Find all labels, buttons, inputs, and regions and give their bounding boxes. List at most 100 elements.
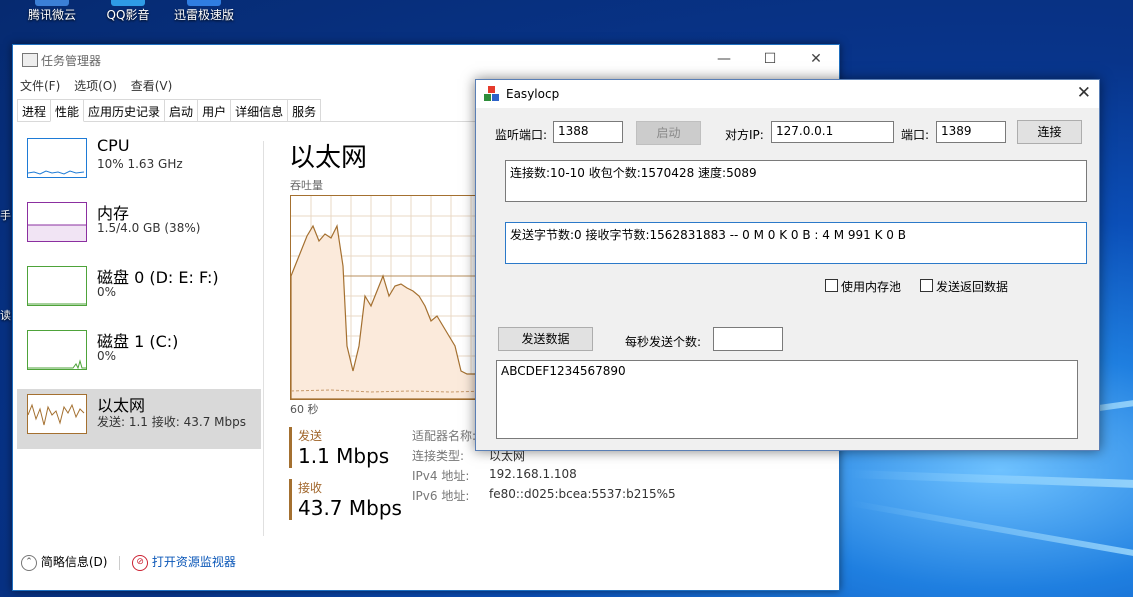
brief-info-label: 简略信息(D) bbox=[40, 555, 108, 569]
memory-thumbnail bbox=[27, 202, 87, 242]
brief-info-button[interactable]: ⌃ 简略信息(D) bbox=[21, 554, 108, 571]
payload-textarea[interactable]: ABCDEF1234567890 bbox=[496, 360, 1078, 439]
task-manager-icon bbox=[22, 53, 38, 67]
listen-port-input[interactable]: 1388 bbox=[553, 121, 623, 143]
start-button[interactable]: 启动 bbox=[636, 121, 701, 145]
xunlei-icon bbox=[187, 0, 221, 6]
per-second-input[interactable] bbox=[713, 327, 783, 351]
close-button[interactable]: ✕ bbox=[793, 45, 839, 75]
easylocp-window: Easylocp ✕ 监听端口: 1388 启动 对方IP: 127.0.0.1… bbox=[475, 79, 1100, 451]
menu-file[interactable]: 文件(F) bbox=[20, 79, 60, 93]
tab-services[interactable]: 服务 bbox=[287, 99, 322, 121]
port-label: 端口: bbox=[901, 128, 930, 142]
ipv6-row: IPv6 地址: fe80::d025:bcea:5537:b215%5 bbox=[412, 487, 676, 504]
resource-sub: 0% bbox=[97, 285, 117, 299]
conn-type-row: 连接类型: 以太网 bbox=[412, 447, 525, 464]
tab-processes[interactable]: 进程 bbox=[17, 99, 52, 121]
listen-port-label: 监听端口: bbox=[495, 128, 548, 142]
resource-ethernet[interactable]: 以太网 发送: 1.1 接收: 43.7 Mbps bbox=[17, 389, 261, 449]
window-title: 任务管理器 bbox=[41, 54, 102, 68]
desktop-icon-label: 迅雷极速版 bbox=[173, 8, 234, 22]
checkbox-icon bbox=[825, 279, 838, 292]
wallpaper-beam bbox=[849, 470, 1133, 489]
weiyun-icon bbox=[35, 0, 69, 6]
tab-users[interactable]: 用户 bbox=[197, 99, 232, 121]
send-value: 1.1 Mbps bbox=[298, 444, 390, 468]
desktop-fragment: 手 bbox=[0, 209, 11, 222]
per-second-label: 每秒发送个数: bbox=[625, 335, 702, 349]
resource-sub: 0% bbox=[97, 349, 117, 363]
send-back-label: 发送返回数据 bbox=[936, 280, 1009, 294]
status-connections[interactable]: 连接数:10-10 收包个数:1570428 速度:5089 bbox=[505, 160, 1087, 202]
recv-stat: 接收 43.7 Mbps bbox=[289, 479, 402, 520]
tab-app-history[interactable]: 应用历史记录 bbox=[83, 99, 166, 121]
resource-monitor-link[interactable]: ⊘ 打开资源监视器 bbox=[132, 554, 236, 571]
minimize-button[interactable]: — bbox=[701, 45, 747, 75]
easylocp-titlebar[interactable]: Easylocp ✕ bbox=[476, 80, 1099, 108]
ipv6-value: fe80::d025:bcea:5537:b215%5 bbox=[489, 487, 676, 501]
ethernet-title: 以太网 bbox=[289, 143, 368, 173]
resource-list: CPU 10% 1.63 GHz 内存 1.5/4.0 GB (38%) 磁盘 … bbox=[17, 133, 261, 453]
ipv6-label: IPv6 地址: bbox=[412, 489, 470, 503]
resource-sub: 10% 1.63 GHz bbox=[97, 157, 183, 171]
disk1-thumbnail bbox=[27, 330, 87, 370]
recv-label: 接收 bbox=[298, 481, 323, 495]
resource-sub: 1.5/4.0 GB (38%) bbox=[97, 221, 201, 235]
menu-options[interactable]: 选项(O) bbox=[74, 79, 117, 93]
resource-name: CPU bbox=[97, 136, 130, 155]
peer-ip-label: 对方IP: bbox=[725, 128, 764, 142]
footer: ⌃ 简略信息(D) ⊘ 打开资源监视器 bbox=[21, 553, 236, 571]
throughput-label: 吞吐量 bbox=[290, 179, 323, 192]
ipv4-label: IPv4 地址: bbox=[412, 469, 470, 483]
resource-cpu[interactable]: CPU 10% 1.63 GHz bbox=[17, 133, 261, 193]
tab-details[interactable]: 详细信息 bbox=[230, 99, 289, 121]
desktop-icon-label: QQ影音 bbox=[106, 8, 150, 22]
send-label: 发送 bbox=[298, 429, 323, 443]
divider bbox=[263, 141, 264, 536]
send-stat: 发送 1.1 Mbps bbox=[289, 427, 389, 468]
footer-divider bbox=[119, 555, 121, 570]
maximize-button[interactable]: ☐ bbox=[747, 45, 793, 75]
recv-value: 43.7 Mbps bbox=[298, 496, 402, 520]
cpu-thumbnail bbox=[27, 138, 87, 178]
send-data-button[interactable]: 发送数据 bbox=[498, 327, 593, 351]
port-input[interactable]: 1389 bbox=[936, 121, 1006, 143]
chevron-up-icon: ⌃ bbox=[21, 554, 37, 571]
ipv4-value: 192.168.1.108 bbox=[489, 467, 577, 481]
tab-performance[interactable]: 性能 bbox=[50, 99, 85, 122]
tab-startup[interactable]: 启动 bbox=[164, 99, 199, 121]
wallpaper-beam bbox=[849, 500, 1133, 559]
desktop-icon-weiyun[interactable]: 腾讯微云 bbox=[12, 0, 92, 23]
desktop-icon-label: 腾讯微云 bbox=[27, 8, 76, 22]
resource-memory[interactable]: 内存 1.5/4.0 GB (38%) bbox=[17, 197, 261, 257]
resource-monitor-icon: ⊘ bbox=[132, 554, 149, 571]
peer-ip-input[interactable]: 127.0.0.1 bbox=[771, 121, 894, 143]
task-manager-titlebar[interactable]: 任务管理器 — ☐ ✕ bbox=[13, 45, 839, 75]
qqplayer-icon bbox=[111, 0, 145, 6]
easylocp-title: Easylocp bbox=[506, 87, 560, 101]
ethernet-thumbnail bbox=[27, 394, 87, 434]
time-axis-label: 60 秒 bbox=[290, 403, 319, 416]
resource-monitor-label: 打开资源监视器 bbox=[151, 555, 236, 569]
checkbox-icon bbox=[920, 279, 933, 292]
status-bytes[interactable]: 发送字节数:0 接收字节数:1562831883 -- 0 M 0 K 0 B … bbox=[505, 222, 1087, 264]
conn-type-label: 连接类型: bbox=[412, 449, 465, 463]
use-pool-label: 使用内存池 bbox=[841, 280, 902, 294]
disk0-thumbnail bbox=[27, 266, 87, 306]
use-pool-checkbox[interactable]: 使用内存池 bbox=[825, 278, 901, 295]
resource-disk-0[interactable]: 磁盘 0 (D: E: F:) 0% bbox=[17, 261, 261, 321]
menu-bar: 文件(F) 选项(O) 查看(V) bbox=[20, 77, 182, 94]
adapter-row: 适配器名称: bbox=[412, 427, 476, 444]
close-button[interactable]: ✕ bbox=[1077, 83, 1091, 103]
resource-disk-1[interactable]: 磁盘 1 (C:) 0% bbox=[17, 325, 261, 385]
menu-view[interactable]: 查看(V) bbox=[131, 79, 173, 93]
send-back-checkbox[interactable]: 发送返回数据 bbox=[920, 278, 1008, 295]
desktop-icon-qqplayer[interactable]: QQ影音 bbox=[88, 0, 168, 23]
connect-button[interactable]: 连接 bbox=[1017, 120, 1082, 144]
desktop-icon-xunlei[interactable]: 迅雷极速版 bbox=[164, 0, 244, 23]
resource-sub: 发送: 1.1 接收: 43.7 Mbps bbox=[97, 415, 246, 429]
ipv4-row: IPv4 地址: 192.168.1.108 bbox=[412, 467, 577, 484]
adapter-label: 适配器名称: bbox=[412, 429, 477, 443]
app-icon bbox=[484, 86, 500, 102]
desktop-fragment: 读 bbox=[0, 309, 11, 322]
